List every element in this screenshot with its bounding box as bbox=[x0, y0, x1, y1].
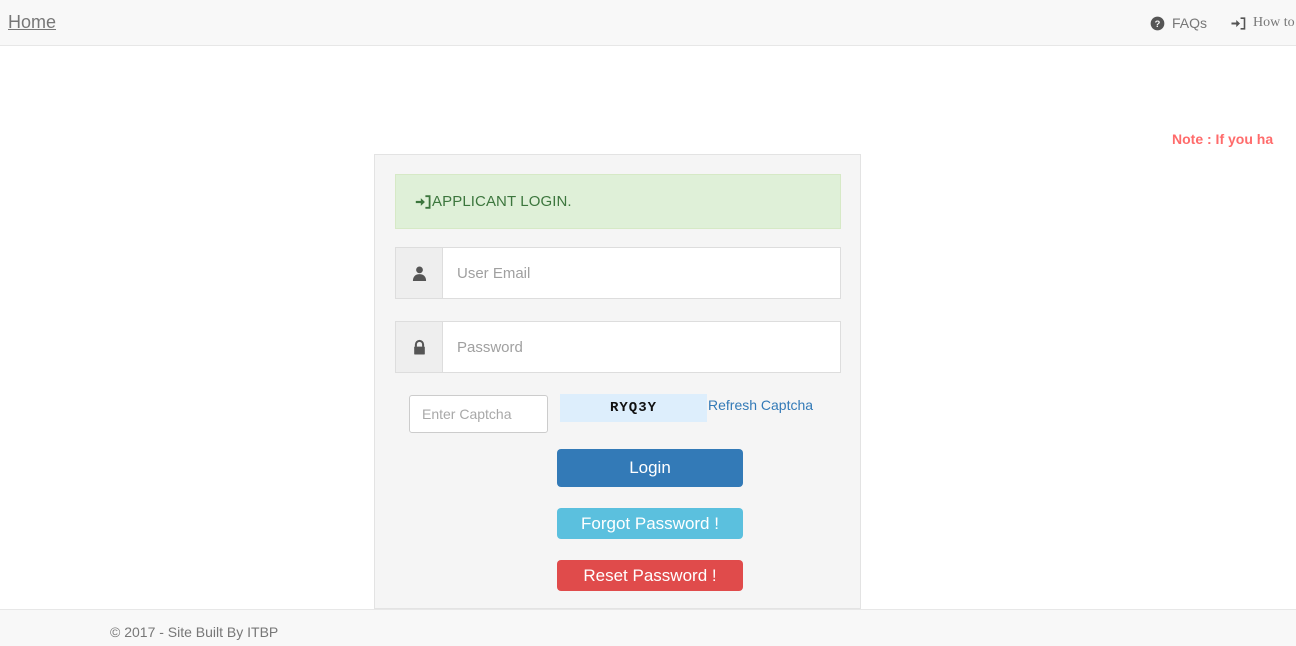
page-footer: © 2017 - Site Built By ITBP bbox=[0, 609, 1296, 646]
captcha-image: RYQ3Y bbox=[560, 394, 707, 422]
email-input-group bbox=[395, 247, 841, 299]
refresh-captcha-link[interactable]: Refresh Captcha bbox=[708, 396, 813, 414]
footer-copyright: © 2017 - Site Built By ITBP bbox=[110, 624, 279, 640]
login-panel: APPLICANT LOGIN. bbox=[374, 154, 861, 609]
svg-text:?: ? bbox=[1155, 18, 1161, 28]
lock-icon bbox=[395, 321, 443, 373]
forgot-password-button[interactable]: Forgot Password ! bbox=[557, 508, 743, 539]
password-input-group bbox=[395, 321, 841, 373]
applicant-login-alert-label: APPLICANT LOGIN. bbox=[432, 193, 572, 210]
applicant-login-alert: APPLICANT LOGIN. bbox=[395, 174, 841, 229]
sign-in-icon bbox=[415, 194, 431, 210]
nav-link-how-to-label: How to l bbox=[1253, 15, 1296, 30]
password-field[interactable] bbox=[443, 321, 841, 373]
reset-password-button[interactable]: Reset Password ! bbox=[557, 560, 743, 591]
email-field[interactable] bbox=[443, 247, 841, 299]
note-text: Note : If you ha bbox=[1172, 131, 1274, 147]
captcha-input[interactable] bbox=[409, 395, 548, 433]
user-icon bbox=[395, 247, 443, 299]
nav-link-how-to[interactable]: How to l bbox=[1219, 13, 1296, 33]
nav-link-faqs[interactable]: ? FAQs bbox=[1138, 13, 1219, 33]
brand-home-link[interactable]: Home bbox=[8, 11, 56, 33]
captcha-code: RYQ3Y bbox=[609, 400, 657, 416]
login-button[interactable]: Login bbox=[557, 449, 743, 487]
top-navbar: Home ? FAQs How to l bbox=[0, 0, 1296, 46]
nav-link-faqs-label: FAQs bbox=[1171, 15, 1207, 31]
sign-in-icon bbox=[1231, 16, 1246, 31]
navbar-links: ? FAQs How to l bbox=[1138, 13, 1296, 33]
question-circle-icon: ? bbox=[1150, 16, 1165, 31]
